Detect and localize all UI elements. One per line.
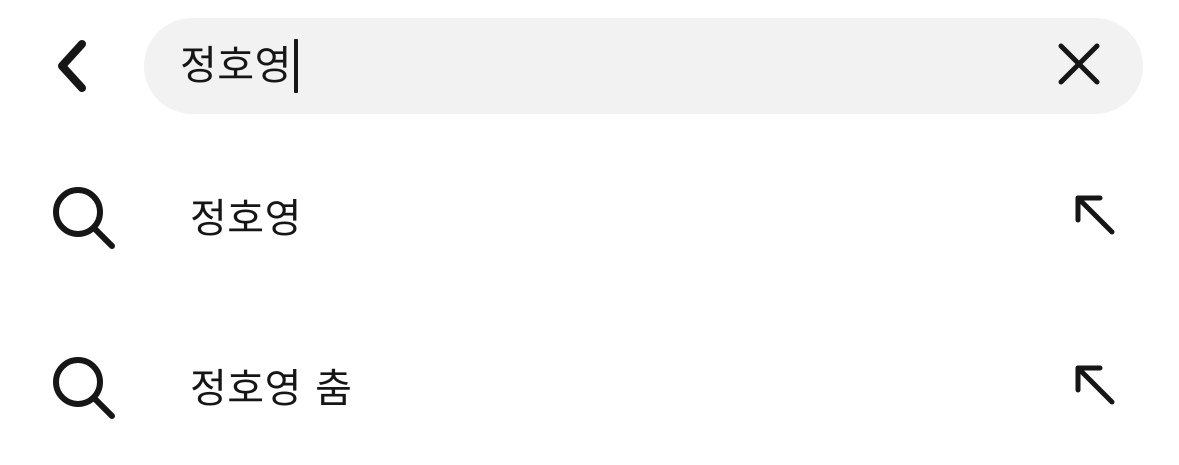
fill-query-button[interactable] bbox=[1068, 360, 1120, 412]
text-caret bbox=[293, 39, 298, 93]
fill-query-button[interactable] bbox=[1068, 190, 1120, 242]
search-bar[interactable]: 정호영 bbox=[144, 18, 1143, 114]
chevron-left-icon bbox=[52, 36, 92, 100]
close-icon bbox=[1057, 42, 1101, 90]
clear-search-button[interactable] bbox=[1055, 42, 1103, 90]
search-icon bbox=[50, 184, 116, 250]
back-button[interactable] bbox=[36, 28, 108, 108]
search-input[interactable]: 정호영 bbox=[180, 18, 298, 114]
search-input-text: 정호영 bbox=[180, 43, 292, 89]
suggestion-label: 정호영 bbox=[190, 196, 302, 242]
suggestion-item[interactable]: 정호영 bbox=[0, 160, 1179, 270]
arrow-up-left-icon bbox=[1070, 360, 1118, 412]
suggestion-label: 정호영 춤 bbox=[190, 366, 353, 412]
suggestion-item[interactable]: 정호영 춤 bbox=[0, 330, 1179, 440]
search-icon bbox=[50, 354, 116, 420]
arrow-up-left-icon bbox=[1070, 190, 1118, 242]
